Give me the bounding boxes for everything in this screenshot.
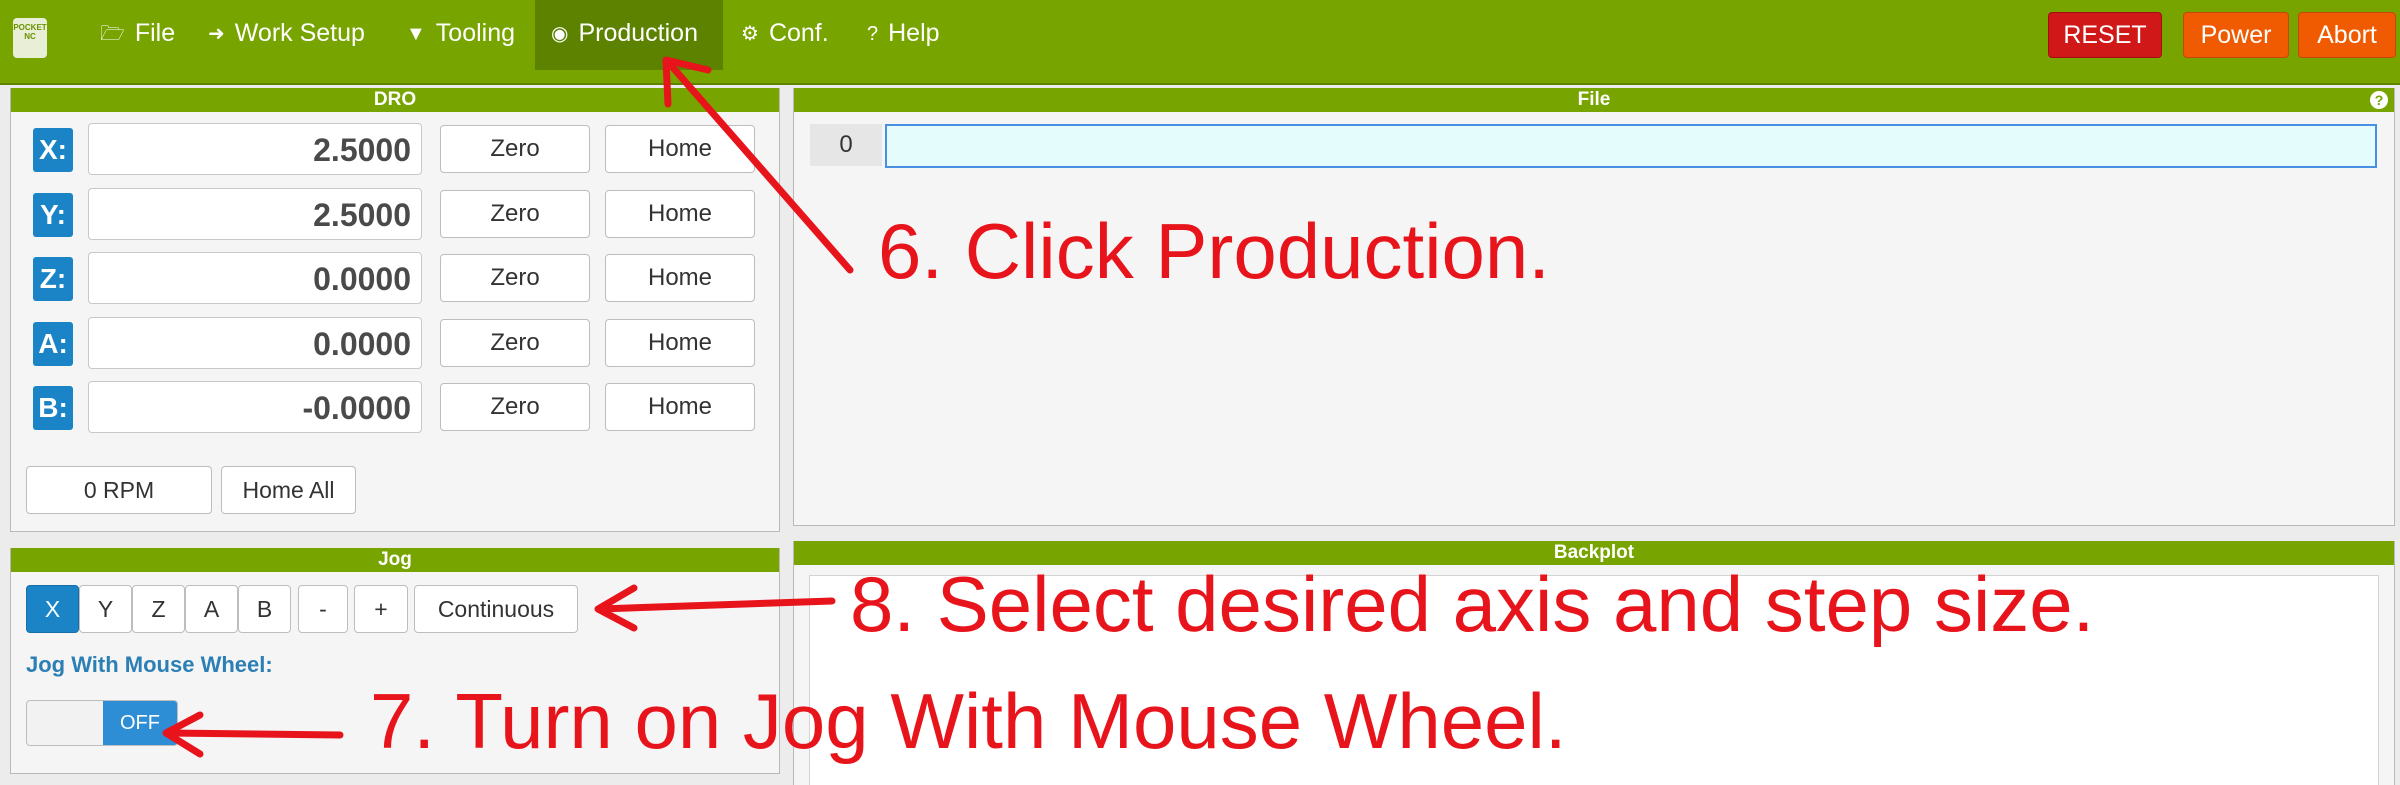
arrow-to-jog-buttons — [596, 597, 836, 613]
arrow-to-toggle — [164, 729, 344, 739]
annotation-arrows — [162, 56, 854, 758]
arrow-to-production — [664, 58, 854, 274]
